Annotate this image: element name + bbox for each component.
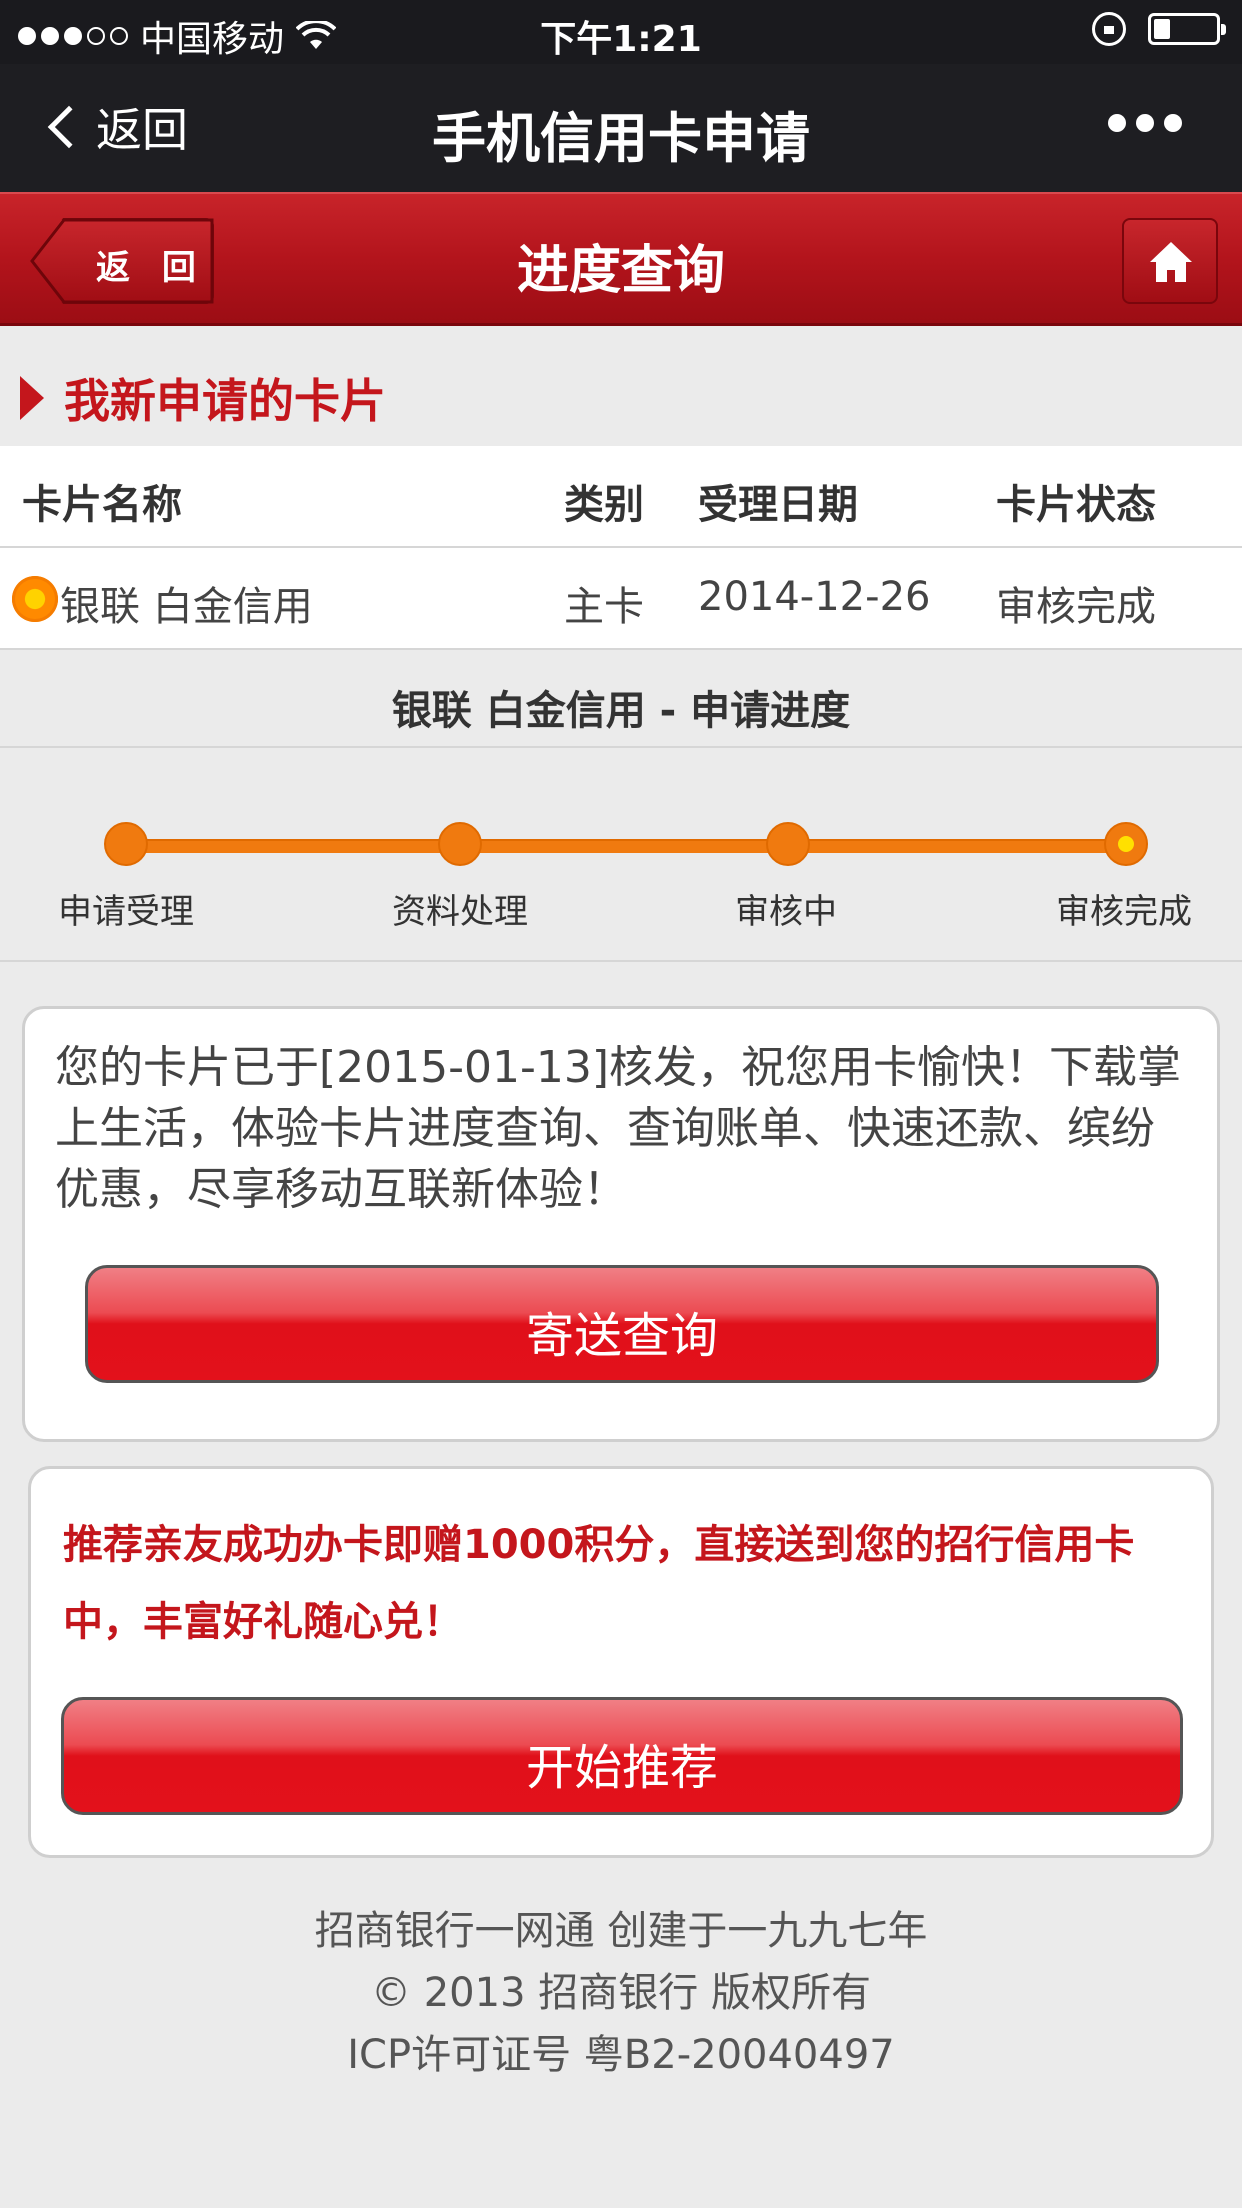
- referral-message: 推荐亲友成功办卡即赠1000积分，直接送到您的招行信用卡中，丰富好礼随心兑！: [63, 1522, 1135, 1645]
- notice-card: 您的卡片已于[2015-01-13]核发，祝您用卡愉快！下载掌上生活，体验卡片进…: [22, 1006, 1220, 1442]
- card-table: 卡片名称 类别 受理日期 卡片状态 银联 白金信用 主卡 2014-12-26 …: [0, 446, 1242, 650]
- step-dot-2: [438, 822, 482, 866]
- step-dot-3: [766, 822, 810, 866]
- step-dot-4-current: [1104, 822, 1148, 866]
- battery-icon: [1148, 13, 1226, 45]
- column-header-type: 类别: [564, 482, 644, 528]
- nav-bar: 返回 手机信用卡申请: [0, 64, 1242, 192]
- more-icon[interactable]: [1108, 114, 1182, 132]
- home-button[interactable]: [1122, 218, 1218, 304]
- step-label-2: 资料处理: [392, 892, 528, 932]
- page-title: 进度查询: [516, 241, 725, 301]
- orientation-lock-icon: [1092, 12, 1126, 46]
- table-header-row: 卡片名称 类别 受理日期 卡片状态: [0, 446, 1242, 548]
- table-row[interactable]: 银联 白金信用 主卡 2014-12-26 审核完成: [0, 548, 1242, 650]
- card-type-cell: 主卡: [564, 584, 644, 630]
- progress-steps: 申请受理 资料处理 审核中 审核完成: [0, 750, 1242, 962]
- referral-card: 推荐亲友成功办卡即赠1000积分，直接送到您的招行信用卡中，丰富好礼随心兑！ 开…: [28, 1466, 1214, 1858]
- section-title: 我新申请的卡片: [20, 365, 386, 431]
- card-name-cell: 银联 白金信用: [60, 584, 313, 630]
- column-header-status: 卡片状态: [996, 482, 1156, 528]
- footer-line-1: 招商银行一网通 创建于一九九七年: [314, 1908, 928, 1954]
- card-date-cell: 2014-12-26: [698, 574, 931, 620]
- home-icon: [1150, 242, 1192, 282]
- footer: 招商银行一网通 创建于一九九七年 © 2013 招商银行 版权所有 ICP许可证…: [0, 1900, 1242, 2086]
- column-header-name: 卡片名称: [22, 482, 182, 528]
- section-title-label: 我新申请的卡片: [64, 374, 386, 428]
- footer-line-2: © 2013 招商银行 版权所有: [371, 1970, 871, 2016]
- notice-message: 您的卡片已于[2015-01-13]核发，祝您用卡愉快！下载掌上生活，体验卡片进…: [55, 1042, 1182, 1215]
- footer-line-3: ICP许可证号 粤B2-20040497: [347, 2032, 895, 2078]
- step-label-4: 审核完成: [1056, 892, 1192, 932]
- step-label-3: 审核中: [735, 892, 837, 932]
- status-right: [1092, 12, 1226, 46]
- page-header: 返 回 进度查询: [0, 192, 1242, 326]
- delivery-query-button[interactable]: 寄送查询: [85, 1265, 1159, 1383]
- nav-title: 手机信用卡申请: [432, 107, 810, 170]
- step-dot-1: [104, 822, 148, 866]
- triangle-marker-icon: [20, 376, 44, 420]
- progress-title: 银联 白金信用 - 申请进度: [0, 650, 1242, 748]
- progress-line: [126, 839, 1126, 853]
- column-header-date: 受理日期: [698, 482, 858, 528]
- start-referral-button[interactable]: 开始推荐: [61, 1697, 1183, 1815]
- status-bar: 中国移动 下午1:21: [0, 0, 1242, 64]
- card-status-cell: 审核完成: [996, 584, 1156, 630]
- radio-selected-icon[interactable]: [12, 576, 58, 622]
- step-label-1: 申请受理: [58, 892, 194, 932]
- status-time: 下午1:21: [540, 19, 702, 60]
